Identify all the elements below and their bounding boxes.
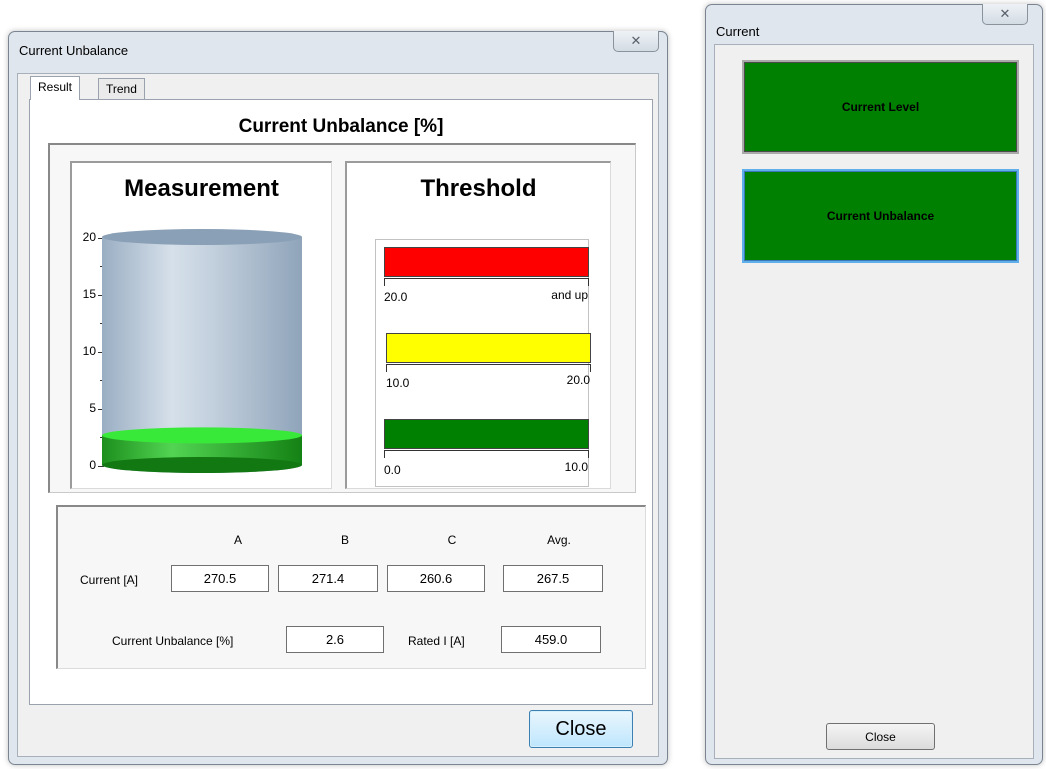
window-close-icon[interactable]: ✕ (982, 4, 1028, 25)
tab-result[interactable]: Result (30, 76, 81, 100)
threshold-band-mid (386, 333, 591, 363)
level-fill-surface (102, 427, 302, 444)
threshold-high-label: and up (551, 288, 588, 302)
measurement-title: Measurement (124, 175, 279, 202)
current-c-field[interactable]: 260.6 (387, 565, 485, 592)
tab-trend[interactable]: Trend (98, 78, 145, 99)
result-tab-panel: Current Unbalance [%] Measurement 20 15 … (29, 99, 653, 705)
side-close-button[interactable]: Close (826, 723, 935, 750)
level-fill (102, 427, 302, 473)
level-fill-bottom (102, 457, 302, 473)
threshold-title: Threshold (420, 175, 537, 202)
measurement-panel: Measurement 20 15 10 5 0 (70, 161, 332, 489)
axis-tick-label: 0 (89, 458, 96, 472)
threshold-tick (386, 364, 387, 372)
window-client-area: Result Trend Current Unbalance [%] Measu… (17, 73, 659, 757)
threshold-high-label: 10.0 (564, 460, 588, 474)
threshold-band-high (384, 247, 589, 277)
gauge-group: Measurement 20 15 10 5 0 Threshold 20.0 … (48, 143, 636, 493)
threshold-panel: Threshold 20.0 and up 10.0 20.0 0.0 10.0 (345, 161, 611, 489)
title-bar[interactable]: Current Unbalance ✕ (9, 31, 667, 62)
current-unbalance-window: Current Unbalance ✕ Result Trend Current… (8, 31, 668, 765)
threshold-high-label: 20.0 (566, 373, 590, 387)
threshold-axis (384, 450, 589, 451)
panel-title: Current Unbalance [%] (238, 116, 444, 137)
threshold-low-label: 0.0 (384, 463, 401, 477)
threshold-tick (384, 278, 385, 286)
current-unbalance-button[interactable]: Current Unbalance (742, 169, 1019, 263)
axis-tick-label: 10 (82, 344, 96, 358)
cylinder-top (102, 229, 302, 245)
threshold-legend: 20.0 and up 10.0 20.0 0.0 10.0 (375, 239, 591, 487)
axis-tick-label: 5 (89, 401, 96, 415)
column-header-avg: Avg. (547, 533, 571, 547)
threshold-tick (590, 364, 591, 372)
title-bar[interactable]: Current ✕ (706, 4, 1042, 39)
unbalance-label: Current Unbalance [%] (112, 634, 234, 648)
window-title: Current (716, 24, 760, 39)
unbalance-field[interactable]: 2.6 (286, 626, 384, 653)
window-title: Current Unbalance (19, 43, 129, 58)
threshold-tick (588, 450, 589, 458)
column-header-a: A (233, 533, 242, 547)
threshold-axis (384, 278, 589, 279)
threshold-tick (384, 450, 385, 458)
current-b-field[interactable]: 271.4 (278, 565, 378, 592)
cylinder-gauge (102, 229, 302, 473)
rated-current-label: Rated I [A] (408, 634, 465, 648)
current-row-label: Current [A] (80, 573, 139, 587)
threshold-band-low (384, 419, 589, 449)
threshold-low-label: 10.0 (386, 376, 410, 390)
rated-current-field[interactable]: 459.0 (501, 626, 601, 653)
current-level-button[interactable]: Current Level (742, 60, 1019, 154)
column-header-b: B (340, 533, 349, 547)
column-header-c: C (447, 533, 457, 547)
threshold-low-label: 20.0 (384, 290, 408, 304)
current-avg-field[interactable]: 267.5 (503, 565, 603, 592)
axis-tick-label: 20 (82, 230, 96, 244)
window-close-icon[interactable]: ✕ (613, 31, 659, 52)
threshold-axis (386, 364, 591, 365)
values-group: A B C Avg. Current [A] 270.5 271.4 260.6… (56, 505, 646, 669)
axis-tick-label: 15 (82, 287, 96, 301)
close-button[interactable]: Close (529, 710, 633, 748)
current-window: Current ✕ Current Level Current Unbalanc… (705, 4, 1043, 765)
threshold-tick (588, 278, 589, 286)
current-a-field[interactable]: 270.5 (171, 565, 269, 592)
window-client-area: Current Level Current Unbalance Close (714, 44, 1034, 759)
